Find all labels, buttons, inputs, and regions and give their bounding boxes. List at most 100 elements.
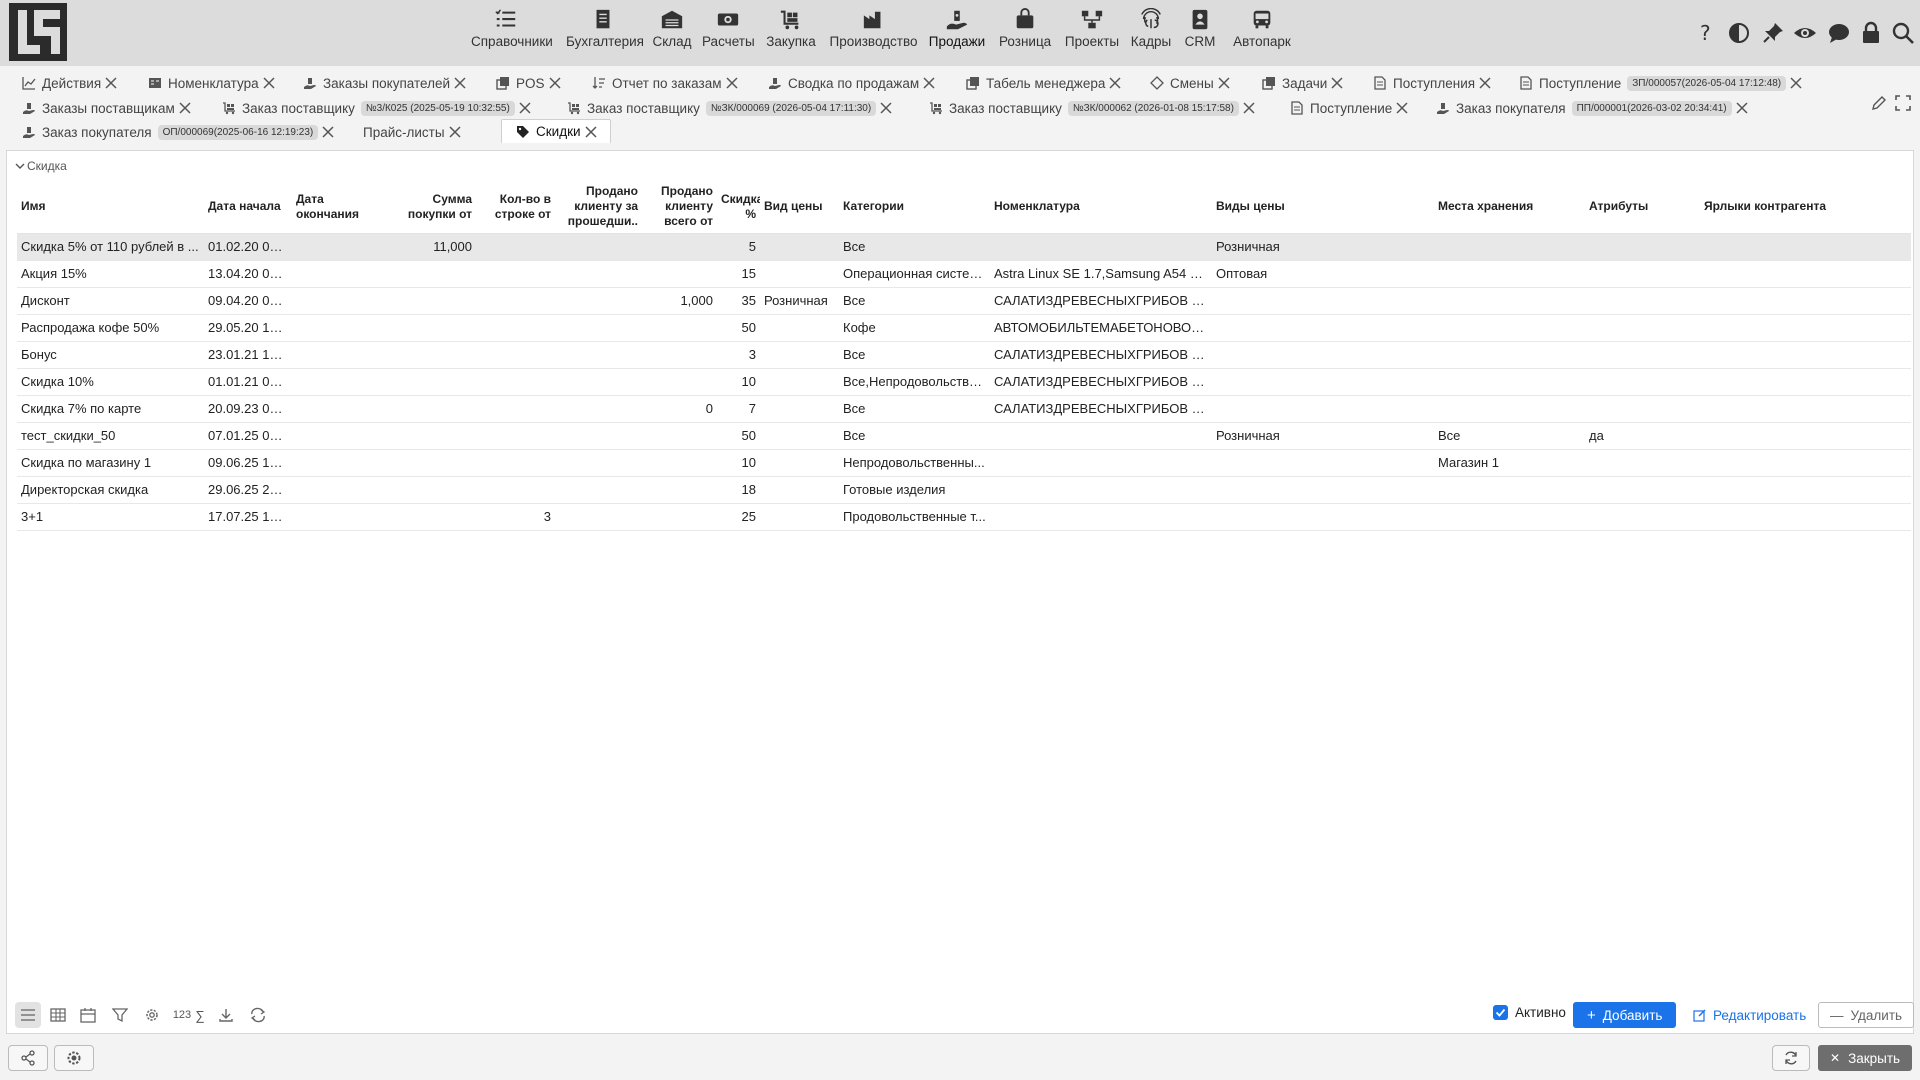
column-header[interactable]: Номенклатура — [990, 181, 1212, 234]
column-header[interactable]: Категории — [839, 181, 990, 234]
close-icon[interactable] — [262, 76, 276, 90]
refresh-cycle-icon[interactable] — [245, 1002, 271, 1028]
chat-icon[interactable] — [1826, 20, 1852, 46]
table-row[interactable]: 3+1 17.07.25 13:00 3 25 Продовольственные т.… — [17, 503, 1911, 531]
pencil-icon[interactable] — [1870, 94, 1888, 112]
tab-row3-2[interactable]: Скидки — [501, 119, 611, 143]
close-icon[interactable] — [178, 101, 192, 115]
module-hand-money[interactable]: Продажи — [928, 8, 986, 58]
tab-row2-5[interactable]: Заказ покупателя ПП/000001(2026-03-02 20:… — [1436, 97, 1749, 119]
eye-icon[interactable] — [1792, 20, 1818, 46]
tab-row1-5[interactable]: Сводка по продажам — [768, 72, 936, 94]
filter-icon[interactable] — [107, 1002, 133, 1028]
table-row[interactable]: Скидка 5% от 110 рублей в ... 01.02.20 00… — [17, 233, 1911, 261]
tab-row1-10[interactable]: Поступление ЗП/000057(2026-05-04 17:12:48… — [1519, 72, 1803, 94]
module-warehouse[interactable]: Склад — [652, 8, 692, 58]
module-ledger[interactable]: Бухгалтерия — [566, 8, 644, 58]
column-header[interactable]: Вид цены — [760, 181, 839, 234]
close-icon[interactable] — [584, 125, 598, 139]
column-header[interactable]: Продано клиенту за прошедши.. — [555, 181, 642, 234]
module-bus[interactable]: Автопарк — [1232, 8, 1292, 58]
download-icon[interactable] — [213, 1002, 239, 1028]
number-format-button[interactable]: 123 — [171, 1002, 193, 1028]
column-header[interactable]: Места хранения — [1434, 181, 1585, 234]
table-row[interactable]: Скидка 10% 01.01.21 00:00 10 Все,Непродовол… — [17, 368, 1911, 396]
table-row[interactable]: Распродажа кофе 50% 29.05.20 12:20 50 Кофе А… — [17, 314, 1911, 342]
close-icon[interactable] — [1108, 76, 1122, 90]
close-icon[interactable] — [1735, 101, 1749, 115]
tab-row1-8[interactable]: Задачи — [1262, 72, 1344, 94]
tab-row1-7[interactable]: Смены — [1150, 72, 1231, 94]
close-icon[interactable] — [725, 76, 739, 90]
column-header[interactable]: Виды цены — [1212, 181, 1434, 234]
close-icon[interactable] — [1395, 101, 1409, 115]
tab-row1-2[interactable]: Заказы покупателей — [303, 72, 467, 94]
column-header[interactable]: Дата начала — [204, 181, 292, 234]
tab-row1-9[interactable]: Поступления — [1373, 72, 1492, 94]
tab-row1-1[interactable]: Номенклатура — [148, 72, 276, 94]
tab-row2-0[interactable]: Заказы поставщикам — [22, 97, 192, 119]
column-header[interactable]: Сумма покупки от — [392, 181, 476, 234]
theme-icon[interactable] — [1726, 20, 1752, 46]
calendar-view-icon[interactable] — [75, 1002, 101, 1028]
table-row[interactable]: Дисконт 09.04.20 00:00 1,000 35 Розничная Все… — [17, 287, 1911, 315]
close-icon[interactable] — [1478, 76, 1492, 90]
tab-row2-1[interactable]: Заказ поставщику №3/К025 (2025-05-19 10:3… — [222, 97, 532, 119]
grid-view-icon[interactable] — [45, 1002, 71, 1028]
lock-icon[interactable] — [1858, 20, 1884, 46]
search-icon[interactable] — [1890, 20, 1916, 46]
sum-button[interactable]: ∑ — [191, 1002, 209, 1028]
section-header[interactable]: Скидка — [15, 159, 67, 173]
table-row[interactable]: Бонус 23.01.21 13:55 3 Все САЛАТИЗДРЕВЕСНЫХГ… — [17, 341, 1911, 369]
close-icon[interactable] — [518, 101, 532, 115]
share-button[interactable] — [8, 1045, 48, 1071]
close-button[interactable]: ✕ Закрыть — [1818, 1045, 1913, 1071]
close-icon[interactable] — [1242, 101, 1256, 115]
add-button[interactable]: + Добавить — [1573, 1002, 1677, 1028]
table-row[interactable]: тест_скидки_50 07.01.25 00:00 50 Все Розничн… — [17, 422, 1911, 450]
table-row[interactable]: Скидка 7% по карте 20.09.23 02:51 0 7 Все САЛ… — [17, 395, 1911, 423]
column-header[interactable]: Продано клиенту всего от — [642, 181, 717, 234]
module-cart[interactable]: Закупка — [766, 8, 816, 58]
close-icon[interactable] — [453, 76, 467, 90]
help-icon[interactable]: ? — [1692, 20, 1718, 46]
close-icon[interactable] — [448, 125, 462, 139]
column-header[interactable]: Кол-во в строке от — [476, 181, 555, 234]
table-row[interactable]: Акция 15% 13.04.20 00:00 15 Операционная си… — [17, 260, 1911, 288]
settings-icon[interactable] — [139, 1002, 165, 1028]
tab-row3-1[interactable]: Прайс-листы — [363, 121, 462, 143]
tab-row2-3[interactable]: Заказ поставщику №ЗК/000062 (2026-01-08 1… — [929, 97, 1256, 119]
close-icon[interactable] — [104, 76, 118, 90]
module-list[interactable]: Справочники — [471, 8, 553, 58]
delete-button[interactable]: — Удалить — [1818, 1002, 1915, 1028]
module-bag[interactable]: Розница — [999, 8, 1051, 58]
close-icon[interactable] — [922, 76, 936, 90]
close-icon[interactable] — [321, 125, 335, 139]
column-header[interactable]: Атрибуты — [1585, 181, 1700, 234]
column-header[interactable]: Ярлыки контрагента — [1700, 181, 1911, 234]
tab-row1-3[interactable]: POS — [496, 72, 562, 94]
tab-row1-0[interactable]: Действия — [22, 72, 118, 94]
tab-row1-4[interactable]: Отчет по заказам — [592, 72, 739, 94]
tab-row3-0[interactable]: Заказ покупателя ОП/000069(2025-06-16 12:… — [22, 121, 335, 143]
close-icon[interactable] — [879, 101, 893, 115]
edit-button[interactable]: Редактировать — [1693, 1002, 1806, 1028]
module-factory[interactable]: Производство — [829, 8, 918, 58]
module-fingerprint[interactable]: Кадры — [1130, 8, 1172, 58]
list-view-icon[interactable] — [15, 1002, 41, 1028]
module-money[interactable]: Расчеты — [702, 8, 755, 58]
column-header[interactable]: Скидка % — [717, 181, 760, 234]
settings-button[interactable] — [54, 1045, 94, 1071]
table-row[interactable]: Директорская скидка 29.06.25 21:30 18 Готов… — [17, 476, 1911, 504]
column-header[interactable]: Имя — [17, 181, 204, 234]
pin-icon[interactable] — [1760, 20, 1786, 46]
active-checkbox[interactable]: Активно — [1493, 1005, 1566, 1020]
close-icon[interactable] — [1217, 76, 1231, 90]
fullscreen-icon[interactable] — [1894, 94, 1912, 112]
column-header[interactable]: Дата окончания — [292, 181, 392, 234]
module-project[interactable]: Проекты — [1064, 8, 1120, 58]
module-contact-card[interactable]: CRM — [1184, 8, 1216, 58]
tab-row2-2[interactable]: Заказ поставщику №ЗК/000069 (2026-05-04 1… — [567, 97, 893, 119]
tab-row1-6[interactable]: Табель менеджера — [966, 72, 1122, 94]
close-icon[interactable] — [1330, 76, 1344, 90]
